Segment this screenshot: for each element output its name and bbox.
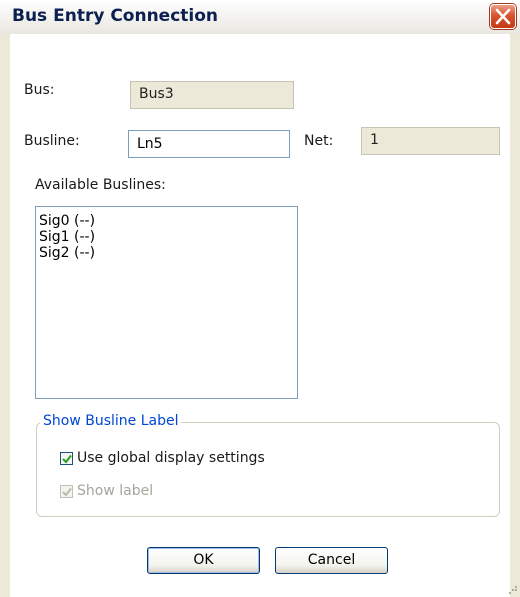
bus-value-field: Bus3 (130, 81, 294, 109)
dialog-title: Bus Entry Connection (12, 6, 219, 26)
checkmark-icon (62, 454, 72, 464)
close-button[interactable] (490, 4, 516, 29)
busline-label: Busline: (24, 133, 80, 149)
net-value-field: 1 (361, 127, 500, 155)
available-buslines-label: Available Buslines: (35, 177, 166, 193)
close-icon (495, 8, 511, 25)
available-buslines-list[interactable]: Sig0 (--) Sig1 (--) Sig2 (--) (35, 206, 298, 399)
cancel-button[interactable]: Cancel (275, 547, 388, 574)
checkmark-icon (62, 487, 72, 497)
show-label-checkbox (60, 485, 73, 498)
busline-input[interactable] (128, 130, 290, 158)
use-global-settings-label[interactable]: Use global display settings (77, 450, 265, 466)
ok-button[interactable]: OK (147, 547, 260, 574)
show-label-label: Show label (77, 483, 154, 499)
bus-label: Bus: (24, 82, 55, 98)
net-label: Net: (304, 133, 334, 149)
list-item[interactable]: Sig2 (--) (38, 245, 295, 261)
use-global-settings-checkbox[interactable] (60, 452, 73, 465)
title-bar: Bus Entry Connection (0, 0, 520, 35)
resize-grip-icon[interactable] (508, 584, 518, 594)
list-item[interactable]: Sig1 (--) (38, 229, 295, 245)
show-busline-label-group (36, 422, 500, 517)
list-item[interactable]: Sig0 (--) (38, 213, 295, 229)
show-busline-label-legend: Show Busline Label (40, 413, 182, 429)
